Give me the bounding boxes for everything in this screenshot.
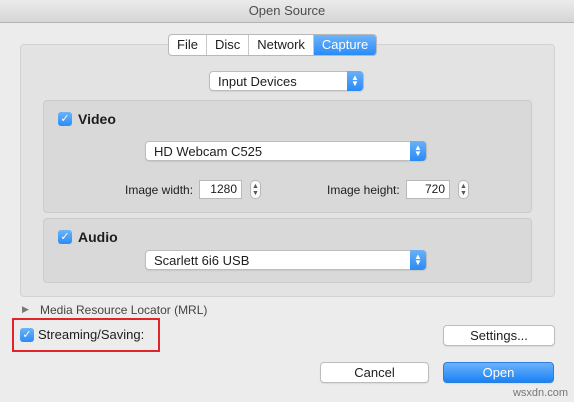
checkmark-icon: ✓	[60, 113, 70, 125]
streaming-checkbox[interactable]: ✓	[20, 328, 34, 342]
cancel-button[interactable]: Cancel	[320, 362, 429, 383]
chevron-updown-icon: ▲ ▼	[410, 250, 426, 270]
chevron-updown-icon: ▲ ▼	[410, 141, 426, 161]
stepper-up-icon: ▲	[460, 182, 467, 190]
source-tabs: File Disc Network Capture	[168, 34, 378, 56]
video-label: Video	[78, 111, 116, 127]
window-title: Open Source	[0, 0, 574, 23]
tab-network[interactable]: Network	[249, 35, 314, 55]
stepper-up-icon: ▲	[252, 182, 259, 190]
watermark-text: wsxdn.com	[512, 387, 568, 399]
stepper-down-icon: ▼	[460, 189, 467, 197]
image-height-label: Image height:	[327, 183, 400, 197]
image-width-stepper[interactable]: ▲ ▼	[250, 180, 261, 199]
video-device-value: HD Webcam C525	[154, 144, 263, 159]
checkmark-icon: ✓	[60, 231, 70, 243]
audio-device-select[interactable]: Scarlett 6i6 USB ▲ ▼	[145, 250, 427, 270]
audio-checkbox[interactable]: ✓	[58, 230, 72, 244]
video-checkbox[interactable]: ✓	[58, 112, 72, 126]
stepper-down-icon: ▼	[252, 189, 259, 197]
streaming-label: Streaming/Saving:	[38, 327, 145, 342]
checkmark-icon: ✓	[22, 329, 32, 341]
image-height-stepper[interactable]: ▲ ▼	[458, 180, 469, 199]
image-width-label: Image width:	[125, 183, 194, 197]
audio-label: Audio	[78, 229, 118, 245]
capture-mode-value: Input Devices	[218, 74, 297, 89]
image-height-field[interactable]: 720	[406, 180, 450, 199]
chevron-updown-icon: ▲ ▼	[347, 71, 363, 91]
settings-button[interactable]: Settings...	[443, 325, 555, 346]
mrl-label[interactable]: Media Resource Locator (MRL)	[40, 303, 207, 317]
disclosure-triangle-icon[interactable]: ▶	[22, 304, 29, 315]
tab-capture[interactable]: Capture	[313, 35, 377, 55]
audio-device-value: Scarlett 6i6 USB	[154, 253, 250, 268]
tab-disc[interactable]: Disc	[207, 35, 250, 55]
tab-file[interactable]: File	[169, 35, 207, 55]
capture-mode-select[interactable]: Input Devices ▲ ▼	[209, 71, 364, 91]
image-width-field[interactable]: 1280	[199, 180, 242, 199]
video-device-select[interactable]: HD Webcam C525 ▲ ▼	[145, 141, 427, 161]
open-button[interactable]: Open	[443, 362, 554, 383]
